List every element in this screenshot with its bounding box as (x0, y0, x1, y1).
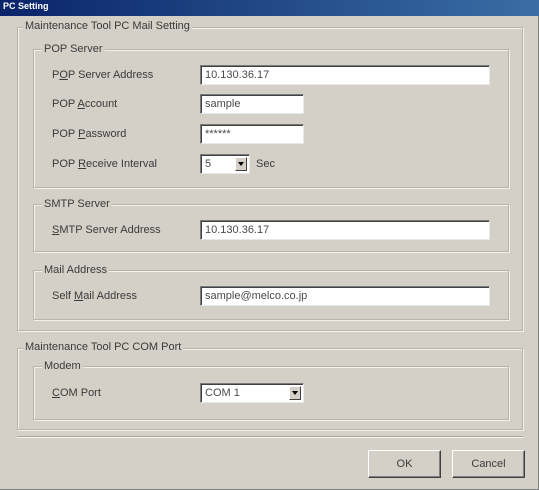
modem-legend: Modem (42, 360, 83, 372)
mail-address-legend: Mail Address (42, 264, 109, 276)
pop-receive-interval-select[interactable]: 5 (200, 154, 250, 174)
pop-server-address-label: POP Server Address (52, 69, 154, 81)
pop-password-label: POP Password (52, 128, 127, 140)
self-mail-address-input[interactable]: sample@melco.co.jp (200, 286, 490, 306)
pop-server-address-input[interactable]: 10.130.36.17 (200, 65, 490, 85)
smtp-server-address-input[interactable]: 10.130.36.17 (200, 220, 490, 240)
window-title: PC Setting (3, 1, 49, 11)
chevron-down-icon[interactable] (289, 386, 301, 400)
pop-server-legend: POP Server (42, 43, 105, 55)
smtp-server-legend: SMTP Server (42, 198, 112, 210)
title-bar: PC Setting (0, 0, 539, 16)
ok-button[interactable]: OK (368, 450, 441, 478)
pop-receive-interval-unit: Sec (256, 158, 275, 170)
com-port-label: COM Port (52, 387, 101, 399)
self-mail-address-label: Self Mail Address (52, 290, 137, 302)
pop-receive-interval-value: 5 (205, 158, 212, 170)
pc-setting-dialog: Maintenance Tool PC Mail Setting POP Ser… (0, 16, 539, 490)
mail-setting-legend: Maintenance Tool PC Mail Setting (23, 20, 192, 32)
com-port-value: COM 1 (205, 387, 240, 399)
pop-password-input[interactable]: ****** (200, 124, 304, 144)
pop-account-input[interactable]: sample (200, 94, 304, 114)
button-separator (17, 436, 523, 438)
pop-receive-interval-label: POP Receive Interval (52, 158, 157, 170)
smtp-server-address-label: SMTP Server Address (52, 224, 161, 236)
pop-account-label: POP Account (52, 98, 118, 110)
chevron-down-icon[interactable] (235, 157, 247, 171)
com-port-legend: Maintenance Tool PC COM Port (23, 341, 184, 353)
com-port-select[interactable]: COM 1 (200, 383, 304, 403)
cancel-button[interactable]: Cancel (452, 450, 525, 478)
